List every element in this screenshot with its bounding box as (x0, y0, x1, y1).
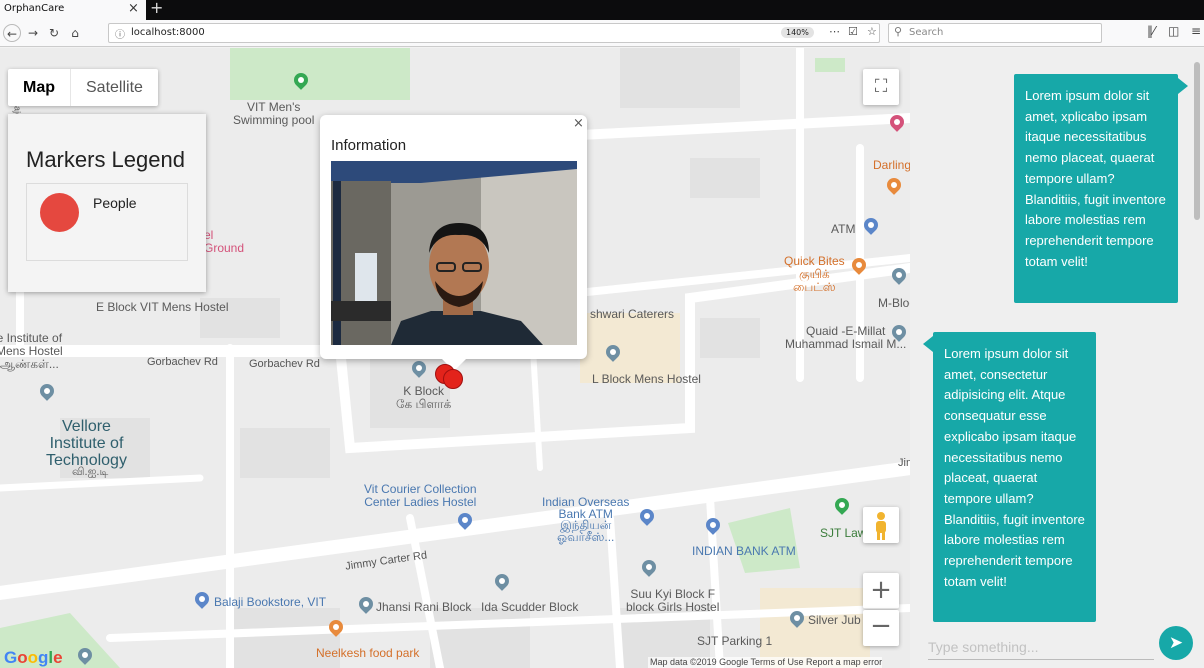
legend-label-people: People (93, 195, 137, 211)
close-icon[interactable]: × (573, 116, 584, 131)
sidebar-icon[interactable]: ◫ (1168, 24, 1179, 38)
quaid-label: Quaid -E-Millat Muhammad Ismail M... (785, 324, 907, 351)
tab-title: OrphanCare (4, 3, 65, 14)
e-block-label: E Block VIT Mens Hostel (96, 300, 229, 314)
send-button[interactable]: ➤ (1159, 626, 1193, 660)
person-photo (331, 161, 577, 345)
search-placeholder: Search (909, 27, 944, 38)
new-tab-icon[interactable]: + (150, 0, 163, 17)
more-icon[interactable]: ⋯ (829, 25, 840, 38)
google-logo[interactable]: Google (4, 648, 63, 668)
zoom-indicator[interactable]: 140% (781, 27, 814, 38)
navigation-toolbar: ← → ↻ ⌂ ⓘ localhost:8000 140% ⋯ ☑ ☆ ⚲ Se… (0, 20, 1204, 47)
person-photo-image (331, 161, 577, 345)
menu-icon[interactable]: ≡ (1191, 24, 1201, 38)
quick-bites-label: Quick Bites குயிக் பைட்ஸ் (784, 254, 845, 294)
browser-tab[interactable]: OrphanCare × (0, 0, 146, 20)
people-marker-icon (40, 193, 79, 232)
google-logo-letter: o (27, 648, 39, 667)
url-bar[interactable]: ⓘ localhost:8000 140% ⋯ ☑ ☆ (108, 23, 880, 43)
silver-label: Silver Jub (808, 613, 861, 627)
vit-tamil-label: வி.ஐ.டி (72, 466, 109, 478)
home-icon[interactable]: ⌂ (66, 24, 84, 42)
darling-label: Darling (873, 158, 910, 172)
m-block-label: M-Block (878, 296, 910, 310)
chat-message-outgoing: Lorem ipsum dolor sit amet, xplicabo ips… (1014, 74, 1188, 303)
street-view-pegman-icon[interactable] (863, 507, 899, 543)
sjt-parking-label: SJT Parking 1 (697, 634, 773, 648)
k-block-label: K Block கே பிளாக் (396, 384, 452, 411)
google-logo-letter: e (53, 648, 63, 667)
reload-icon[interactable]: ↻ (45, 24, 63, 42)
ground-label: el Ground (204, 228, 245, 255)
iob-atm-label: Indian Overseas Bank ATM இந்தியன் ஓவர்சீ… (542, 495, 630, 544)
back-icon[interactable]: ← (3, 24, 21, 42)
tab-bar: OrphanCare × + (0, 0, 1204, 20)
pegman-figure (876, 512, 886, 540)
markers-legend: Markers Legend People (8, 114, 206, 292)
info-window-title: Information (331, 137, 407, 154)
map-view-button[interactable]: Map (8, 69, 70, 106)
google-logo-letter: G (4, 648, 18, 667)
zoom-in-button[interactable]: + (863, 573, 899, 609)
swimming-pool-label: VIT Men's Swimming pool (233, 100, 315, 127)
library-icon[interactable]: ‖⁄ (1147, 24, 1155, 38)
institute-hostel-label: e Institute of Mens Hostel ஆண்கள்... (0, 331, 63, 371)
tab-close-icon[interactable]: × (128, 1, 139, 16)
pocket-icon[interactable]: ☑ (848, 25, 858, 38)
star-icon[interactable]: ☆ (867, 25, 877, 38)
suu-kyi-label: Suu Kyi Block F block Girls Hostel (626, 587, 720, 614)
map-area[interactable]: Rajendra Ave VIT Men's Swimming pool Dar… (0, 48, 910, 668)
search-icon: ⚲ (894, 25, 903, 38)
map-type-control: Map Satellite (8, 69, 158, 106)
person-marker[interactable] (443, 369, 463, 389)
caterers-label: shwari Caterers (590, 307, 675, 321)
gorbachev-road-label-2: Gorbachev Rd (249, 358, 320, 370)
chat-panel: Lorem ipsum dolor sit amet, xplicabo ips… (910, 48, 1204, 668)
gorbachev-road-label-1: Gorbachev Rd (147, 356, 218, 368)
road-label-right: Jim (898, 457, 910, 469)
l-block-label: L Block Mens Hostel (592, 372, 701, 386)
url-text[interactable]: localhost:8000 (131, 27, 205, 38)
info-window: × Information (320, 115, 587, 371)
balaji-label: Balaji Bookstore, VIT (214, 595, 327, 609)
jhansi-label: Jhansi Rani Block (376, 600, 472, 614)
fullscreen-icon[interactable]: ⛶ (863, 69, 899, 105)
atm-label: ATM (831, 222, 856, 236)
send-icon: ➤ (1168, 633, 1184, 653)
vit-campus-label: Vellore Institute of Technology (46, 418, 127, 469)
google-logo-letter: g (38, 648, 49, 667)
chat-message-incoming: Lorem ipsum dolor sit amet, consectetur … (923, 332, 1096, 622)
ida-scudder-label: Ida Scudder Block (481, 600, 579, 614)
neelkesh-label: Neelkesh food park (316, 646, 420, 660)
forward-icon[interactable]: → (24, 24, 42, 42)
zoom-out-button[interactable]: − (863, 610, 899, 646)
map-attribution[interactable]: Map data ©2019 Google Terms of Use Repor… (648, 657, 883, 668)
info-icon[interactable]: ⓘ (115, 26, 125, 41)
google-logo-letter: o (17, 648, 28, 667)
satellite-view-button[interactable]: Satellite (70, 69, 158, 106)
courier-label: Vit Courier Collection Center Ladies Hos… (364, 482, 477, 509)
legend-title: Markers Legend (26, 147, 185, 172)
chat-scrollbar[interactable] (1194, 62, 1200, 220)
indian-bank-label: INDIAN BANK ATM (692, 544, 796, 558)
legend-entry: People (26, 183, 188, 261)
message-input[interactable] (928, 634, 1154, 660)
search-bar[interactable]: ⚲ Search (888, 23, 1102, 43)
